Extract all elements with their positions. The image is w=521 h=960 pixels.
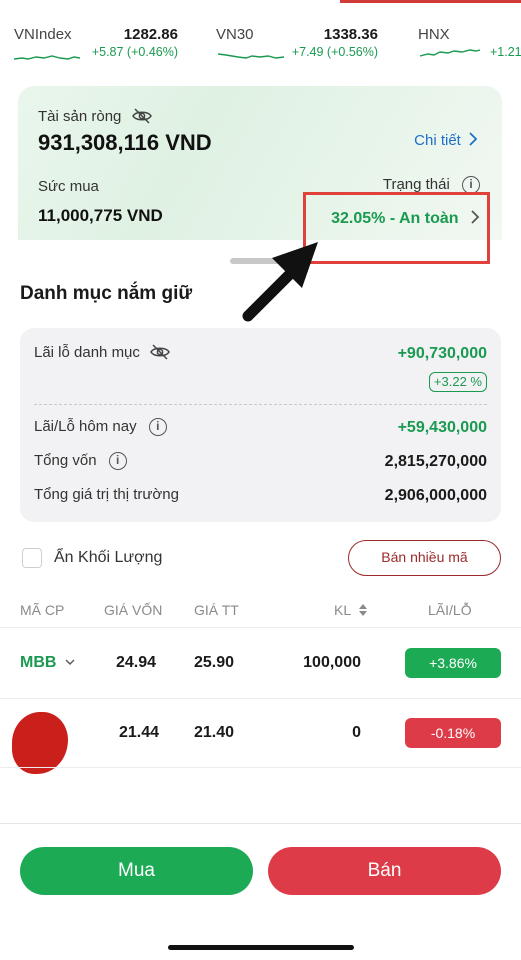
- net-asset-label: Tài sản ròng: [38, 108, 152, 125]
- row-qty: 0: [352, 724, 361, 741]
- market-ticker-bar: VNIndex 1282.86 +5.87 (+0.46%) VN30 1338…: [0, 0, 521, 80]
- portfolio-title: Danh mục nắm giữ: [20, 283, 193, 304]
- header-divider: [0, 627, 521, 628]
- sparkline-vn30: [218, 53, 284, 59]
- ticker-accent-line: [340, 0, 521, 3]
- column-header-cost: GIÁ VỐN: [104, 602, 163, 618]
- sparkline-hnx: [420, 49, 480, 57]
- home-indicator[interactable]: [168, 945, 354, 950]
- hide-volume-label[interactable]: Ẩn Khối Lượng: [54, 549, 162, 567]
- row-qty: 100,000: [303, 654, 361, 671]
- arrow-annotation-icon: [242, 242, 318, 322]
- row-pl-badge[interactable]: -0.18%: [405, 718, 501, 748]
- info-icon[interactable]: i: [148, 418, 167, 437]
- status-label-text: Trạng thái: [382, 176, 450, 193]
- buying-power-label: Sức mua: [38, 178, 99, 195]
- net-asset-value: 931,308,116 VND: [38, 130, 212, 155]
- detail-link[interactable]: Chi tiết: [414, 132, 478, 149]
- today-pnl-label: Lãi/Lỗ hôm nay i: [34, 418, 167, 437]
- ticker-name: VN30: [216, 26, 254, 43]
- row-code: MBB: [20, 654, 57, 671]
- hide-volume-checkbox[interactable]: [22, 548, 42, 568]
- market-value-value: 2,906,000,000: [384, 487, 487, 504]
- row-divider: [0, 698, 521, 699]
- chevron-right-icon: [469, 132, 478, 146]
- row-code-link[interactable]: MBB: [20, 654, 75, 672]
- sparkline-vnindex: [14, 55, 80, 60]
- total-capital-label-text: Tổng vốn: [34, 452, 97, 469]
- column-header-price: GIÁ TT: [194, 602, 239, 618]
- portfolio-pnl-percent-badge: +3.22 %: [428, 372, 487, 392]
- row-price: 21.40: [194, 724, 235, 741]
- column-header-pl: LÃI/LỖ: [428, 602, 472, 618]
- info-icon[interactable]: i: [108, 452, 127, 471]
- column-header-qty-sort[interactable]: KL: [334, 602, 367, 618]
- eye-off-icon[interactable]: [131, 108, 152, 124]
- divider: [34, 404, 487, 405]
- sell-button[interactable]: Bán: [268, 847, 501, 895]
- total-capital-label: Tổng vốn i: [34, 452, 127, 471]
- chevron-down-icon: [65, 659, 75, 665]
- row-cost: 24.94: [116, 654, 157, 671]
- row-price: 25.90: [194, 654, 235, 671]
- ticker-value: 1338.36: [323, 26, 378, 43]
- row-cost: 21.44: [119, 724, 160, 741]
- today-pnl-value: +59,430,000: [397, 419, 487, 436]
- row-divider: [0, 767, 521, 768]
- row-pl-badge[interactable]: +3.86%: [405, 648, 501, 678]
- column-header-qty: KL: [334, 602, 351, 618]
- today-pnl-label-text: Lãi/Lỗ hôm nay: [34, 418, 137, 435]
- highlight-box-annotation: [303, 192, 490, 264]
- ticker-name: VNIndex: [14, 26, 72, 43]
- ticker-value: 1282.86: [123, 26, 178, 43]
- eye-off-icon[interactable]: [150, 344, 170, 360]
- portfolio-pnl-label: Lãi lỗ danh mục: [34, 344, 170, 361]
- action-bar-divider: [0, 823, 521, 824]
- sort-icon: [358, 604, 367, 616]
- market-value-label: Tổng giá trị thị trường: [34, 486, 179, 503]
- portfolio-pnl-value: +90,730,000: [397, 345, 487, 362]
- buy-button[interactable]: Mua: [20, 847, 253, 895]
- detail-link-text: Chi tiết: [414, 132, 461, 149]
- sell-multiple-button[interactable]: Bán nhiều mã: [348, 540, 501, 576]
- buying-power-value: 11,000,775 VND: [38, 206, 163, 225]
- ticker-change: +1.21: [490, 45, 521, 59]
- portfolio-pnl-label-text: Lãi lỗ danh mục: [34, 344, 140, 361]
- column-header-code: MÃ CP: [20, 602, 65, 618]
- pnl-summary-card: Lãi lỗ danh mục +90,730,000 +3.22 % Lãi/…: [20, 328, 501, 522]
- total-capital-value: 2,815,270,000: [384, 453, 487, 470]
- net-asset-label-text: Tài sản ròng: [38, 108, 122, 125]
- ticker-name: HNX: [418, 26, 450, 43]
